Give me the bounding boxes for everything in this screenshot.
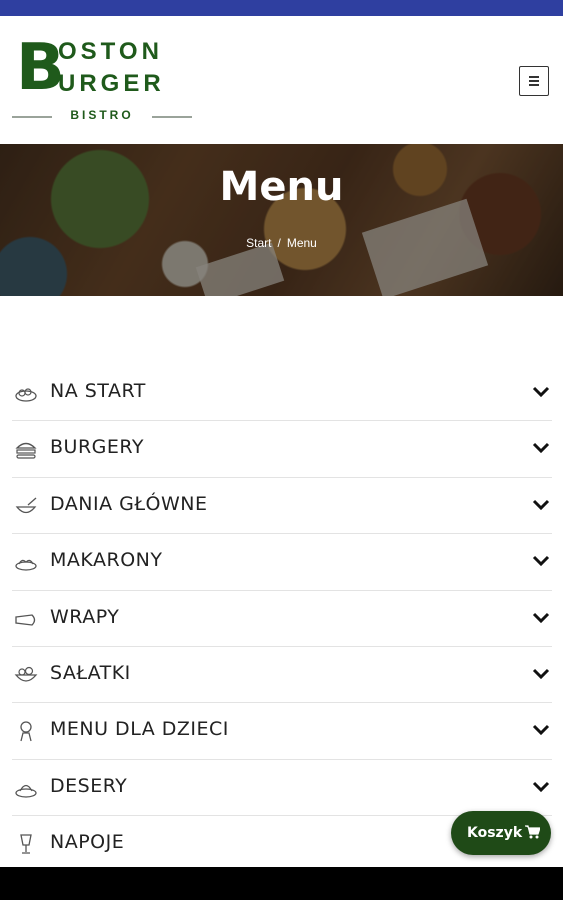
hamburger-menu-button[interactable] (519, 66, 549, 96)
main-dish-icon (15, 497, 37, 513)
salad-icon (14, 666, 38, 682)
logo-word-burger: URGER (58, 70, 165, 97)
menu-category-menu-dla-dzieci[interactable]: MENU DLA DZIECI (12, 703, 552, 760)
hero-banner: Menu Start / Menu (0, 144, 563, 296)
menu-category-label: DANIA GŁÓWNE (50, 492, 208, 515)
logo-bistro-row: BISTRO (12, 106, 192, 126)
cart-button-label: Koszyk (467, 825, 523, 841)
page-title: Menu (219, 164, 344, 210)
menu-category-label: DESERY (50, 774, 128, 797)
menu-category-desery[interactable]: DESERY (12, 760, 552, 817)
chevron-down-icon (532, 668, 550, 680)
drink-icon (20, 834, 32, 854)
hamburger-line (529, 76, 539, 78)
menu-category-label: MENU DLA DZIECI (50, 718, 229, 741)
menu-category-wrapy[interactable]: WRAPY (12, 591, 552, 647)
cart-button[interactable]: Koszyk (451, 811, 551, 855)
menu-category-dania-glowne[interactable]: DANIA GŁÓWNE (12, 478, 552, 535)
site-header: B OSTON URGER BISTRO (0, 16, 563, 144)
menu-category-burgery[interactable]: BURGERY (12, 421, 552, 478)
chevron-down-icon (532, 443, 550, 454)
chevron-down-icon (532, 499, 550, 510)
menu-category-label: SAŁATKI (50, 661, 131, 684)
chevron-down-icon (532, 781, 550, 792)
wrap-icon (15, 613, 36, 626)
chevron-down-icon (532, 725, 550, 736)
menu-category-label: WRAPY (50, 605, 120, 628)
breadcrumb-current: Menu (286, 236, 317, 250)
chevron-down-icon (532, 612, 550, 623)
breadcrumb-start-link[interactable]: Start (246, 236, 271, 250)
menu-category-label: NAPOJE (50, 831, 125, 854)
menu-category-na-start[interactable]: NA START (12, 365, 552, 422)
menu-category-label: NA START (50, 380, 146, 402)
dessert-icon (15, 784, 37, 798)
menu-category-makarony[interactable]: MAKARONY (12, 534, 552, 591)
kids-menu-icon (20, 721, 32, 742)
burger-icon (15, 443, 37, 459)
boston-burger-logo[interactable]: B OSTON URGER BISTRO (12, 36, 192, 128)
hamburger-line (529, 80, 539, 82)
appetizer-icon (15, 388, 37, 402)
chevron-down-icon (532, 556, 550, 567)
menu-category-list: NA START BURGERY DANIA GŁÓWNE MAKARONY W… (12, 365, 552, 873)
menu-category-label: MAKARONY (50, 549, 163, 572)
system-navigation-bar (0, 867, 563, 900)
hamburger-line (529, 84, 539, 86)
logo-word-boston: OSTON (58, 38, 163, 65)
status-bar (0, 0, 563, 16)
logo-subtitle: BISTRO (70, 108, 134, 122)
menu-category-label: BURGERY (50, 436, 144, 459)
breadcrumb-separator: / (277, 236, 281, 250)
breadcrumb: Start / Menu (0, 236, 563, 250)
logo-rule (152, 116, 192, 118)
cart-icon (525, 825, 540, 839)
menu-category-salatki[interactable]: SAŁATKI (12, 647, 552, 704)
pasta-icon (15, 559, 37, 571)
chevron-down-icon (532, 386, 550, 398)
